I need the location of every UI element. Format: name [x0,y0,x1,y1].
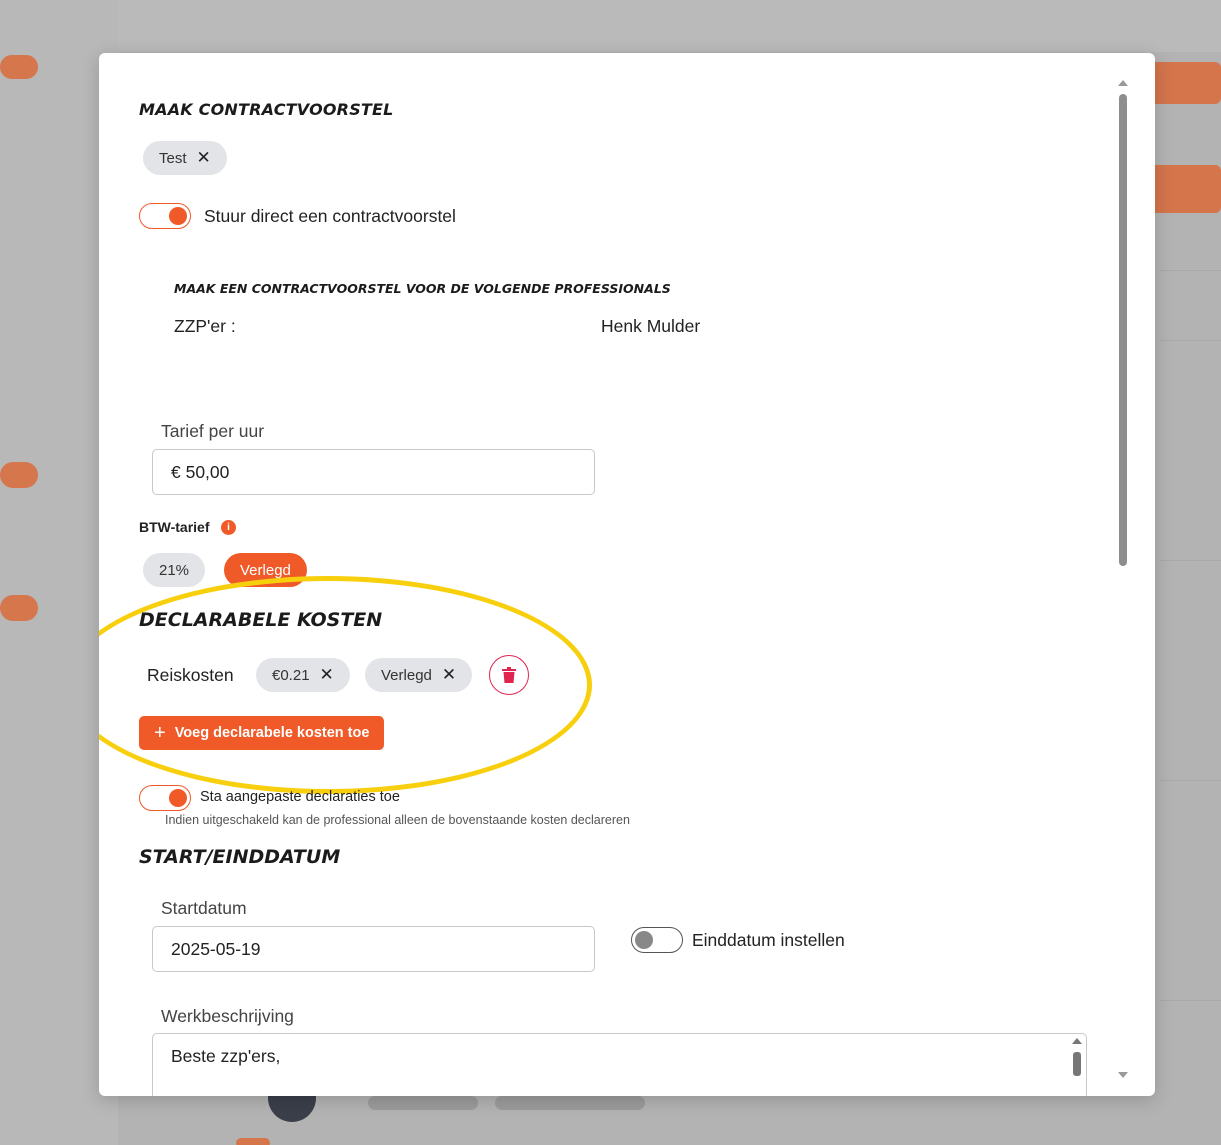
vat-option-21[interactable]: 21% [143,553,206,587]
custom-claims-hint: Indien uitgeschakeld kan de professional… [165,813,630,827]
scroll-up-icon[interactable] [1118,80,1128,86]
background-button [1150,62,1221,104]
scroll-down-icon[interactable] [1118,1072,1128,1078]
toggle-knob [169,789,187,807]
background-header [118,0,1221,52]
hourly-rate-input[interactable]: € 50,00 [152,449,595,495]
close-icon[interactable]: ✕ [442,665,456,685]
professional-name: Henk Mulder [601,316,701,336]
background-tag [495,1096,645,1110]
background-divider [1160,270,1221,271]
background-divider [1160,780,1221,781]
background-badge [0,462,38,488]
expense-amount: €0.21 [272,666,310,684]
custom-claims-label: Sta aangepaste declaraties toe [200,789,400,805]
close-icon[interactable]: ✕ [320,665,334,685]
expense-amount-chip[interactable]: €0.21 ✕ [256,658,350,692]
background-tag [368,1096,478,1110]
professionals-heading: MAAK EEN CONTRACTVOORSTEL VOOR DE VOLGEN… [174,281,671,296]
expense-vat: Verlegd [381,666,432,684]
scroll-thumb[interactable] [1119,94,1127,566]
end-date-toggle[interactable] [631,927,683,953]
expenses-heading: DECLARABELE KOSTEN [139,609,383,631]
rate-label: Tarief per uur [161,421,265,441]
start-date-input[interactable]: 2025-05-19 [152,926,595,972]
custom-claims-toggle[interactable] [139,785,191,811]
toggle-knob [169,207,187,225]
description-textarea[interactable]: Beste zzp'ers, [152,1033,1087,1096]
expense-name: Reiskosten [147,665,234,685]
send-direct-toggle[interactable] [139,203,191,229]
contract-proposal-modal: MAAK CONTRACTVOORSTEL Test ✕ Stuur direc… [99,53,1155,1096]
vat-label: BTW-tarief [139,519,210,535]
background-divider [1160,340,1221,341]
add-expense-button[interactable]: + Voeg declarabele kosten toe [139,716,385,750]
info-icon[interactable]: i [221,520,236,535]
toggle-knob [635,931,653,949]
send-direct-label: Stuur direct een contractvoorstel [204,206,456,226]
vat-option-verlegd[interactable]: Verlegd [224,553,307,587]
delete-expense-button[interactable] [489,655,529,695]
background-button [1150,165,1221,213]
expense-vat-chip[interactable]: Verlegd ✕ [365,658,473,692]
scroll-up-icon[interactable] [1072,1038,1082,1044]
description-text: Beste zzp'ers, [171,1046,281,1066]
trash-icon [502,667,516,683]
plus-icon: + [154,721,166,744]
background-badge [0,55,38,79]
background-badge [0,595,38,621]
selected-professional-chip[interactable]: Test ✕ [143,141,227,175]
modal-title: MAAK CONTRACTVOORSTEL [139,100,394,119]
dates-heading: START/EINDDATUM [139,846,341,868]
modal-scrollbar[interactable] [1117,78,1129,1078]
textarea-scrollbar[interactable] [1072,1038,1082,1076]
end-date-label: Einddatum instellen [692,930,845,950]
close-icon[interactable]: ✕ [197,148,211,168]
professional-role-label: ZZP'er : [174,316,236,336]
scroll-thumb[interactable] [1073,1052,1081,1076]
background-avatar [268,1096,316,1122]
add-expense-label: Voeg declarabele kosten toe [174,725,370,741]
background-badge [236,1138,270,1145]
chip-label: Test [159,149,187,167]
description-label: Werkbeschrijving [161,1006,294,1026]
start-date-label: Startdatum [161,898,247,918]
background-divider [1160,1000,1221,1001]
background-divider [1160,560,1221,561]
